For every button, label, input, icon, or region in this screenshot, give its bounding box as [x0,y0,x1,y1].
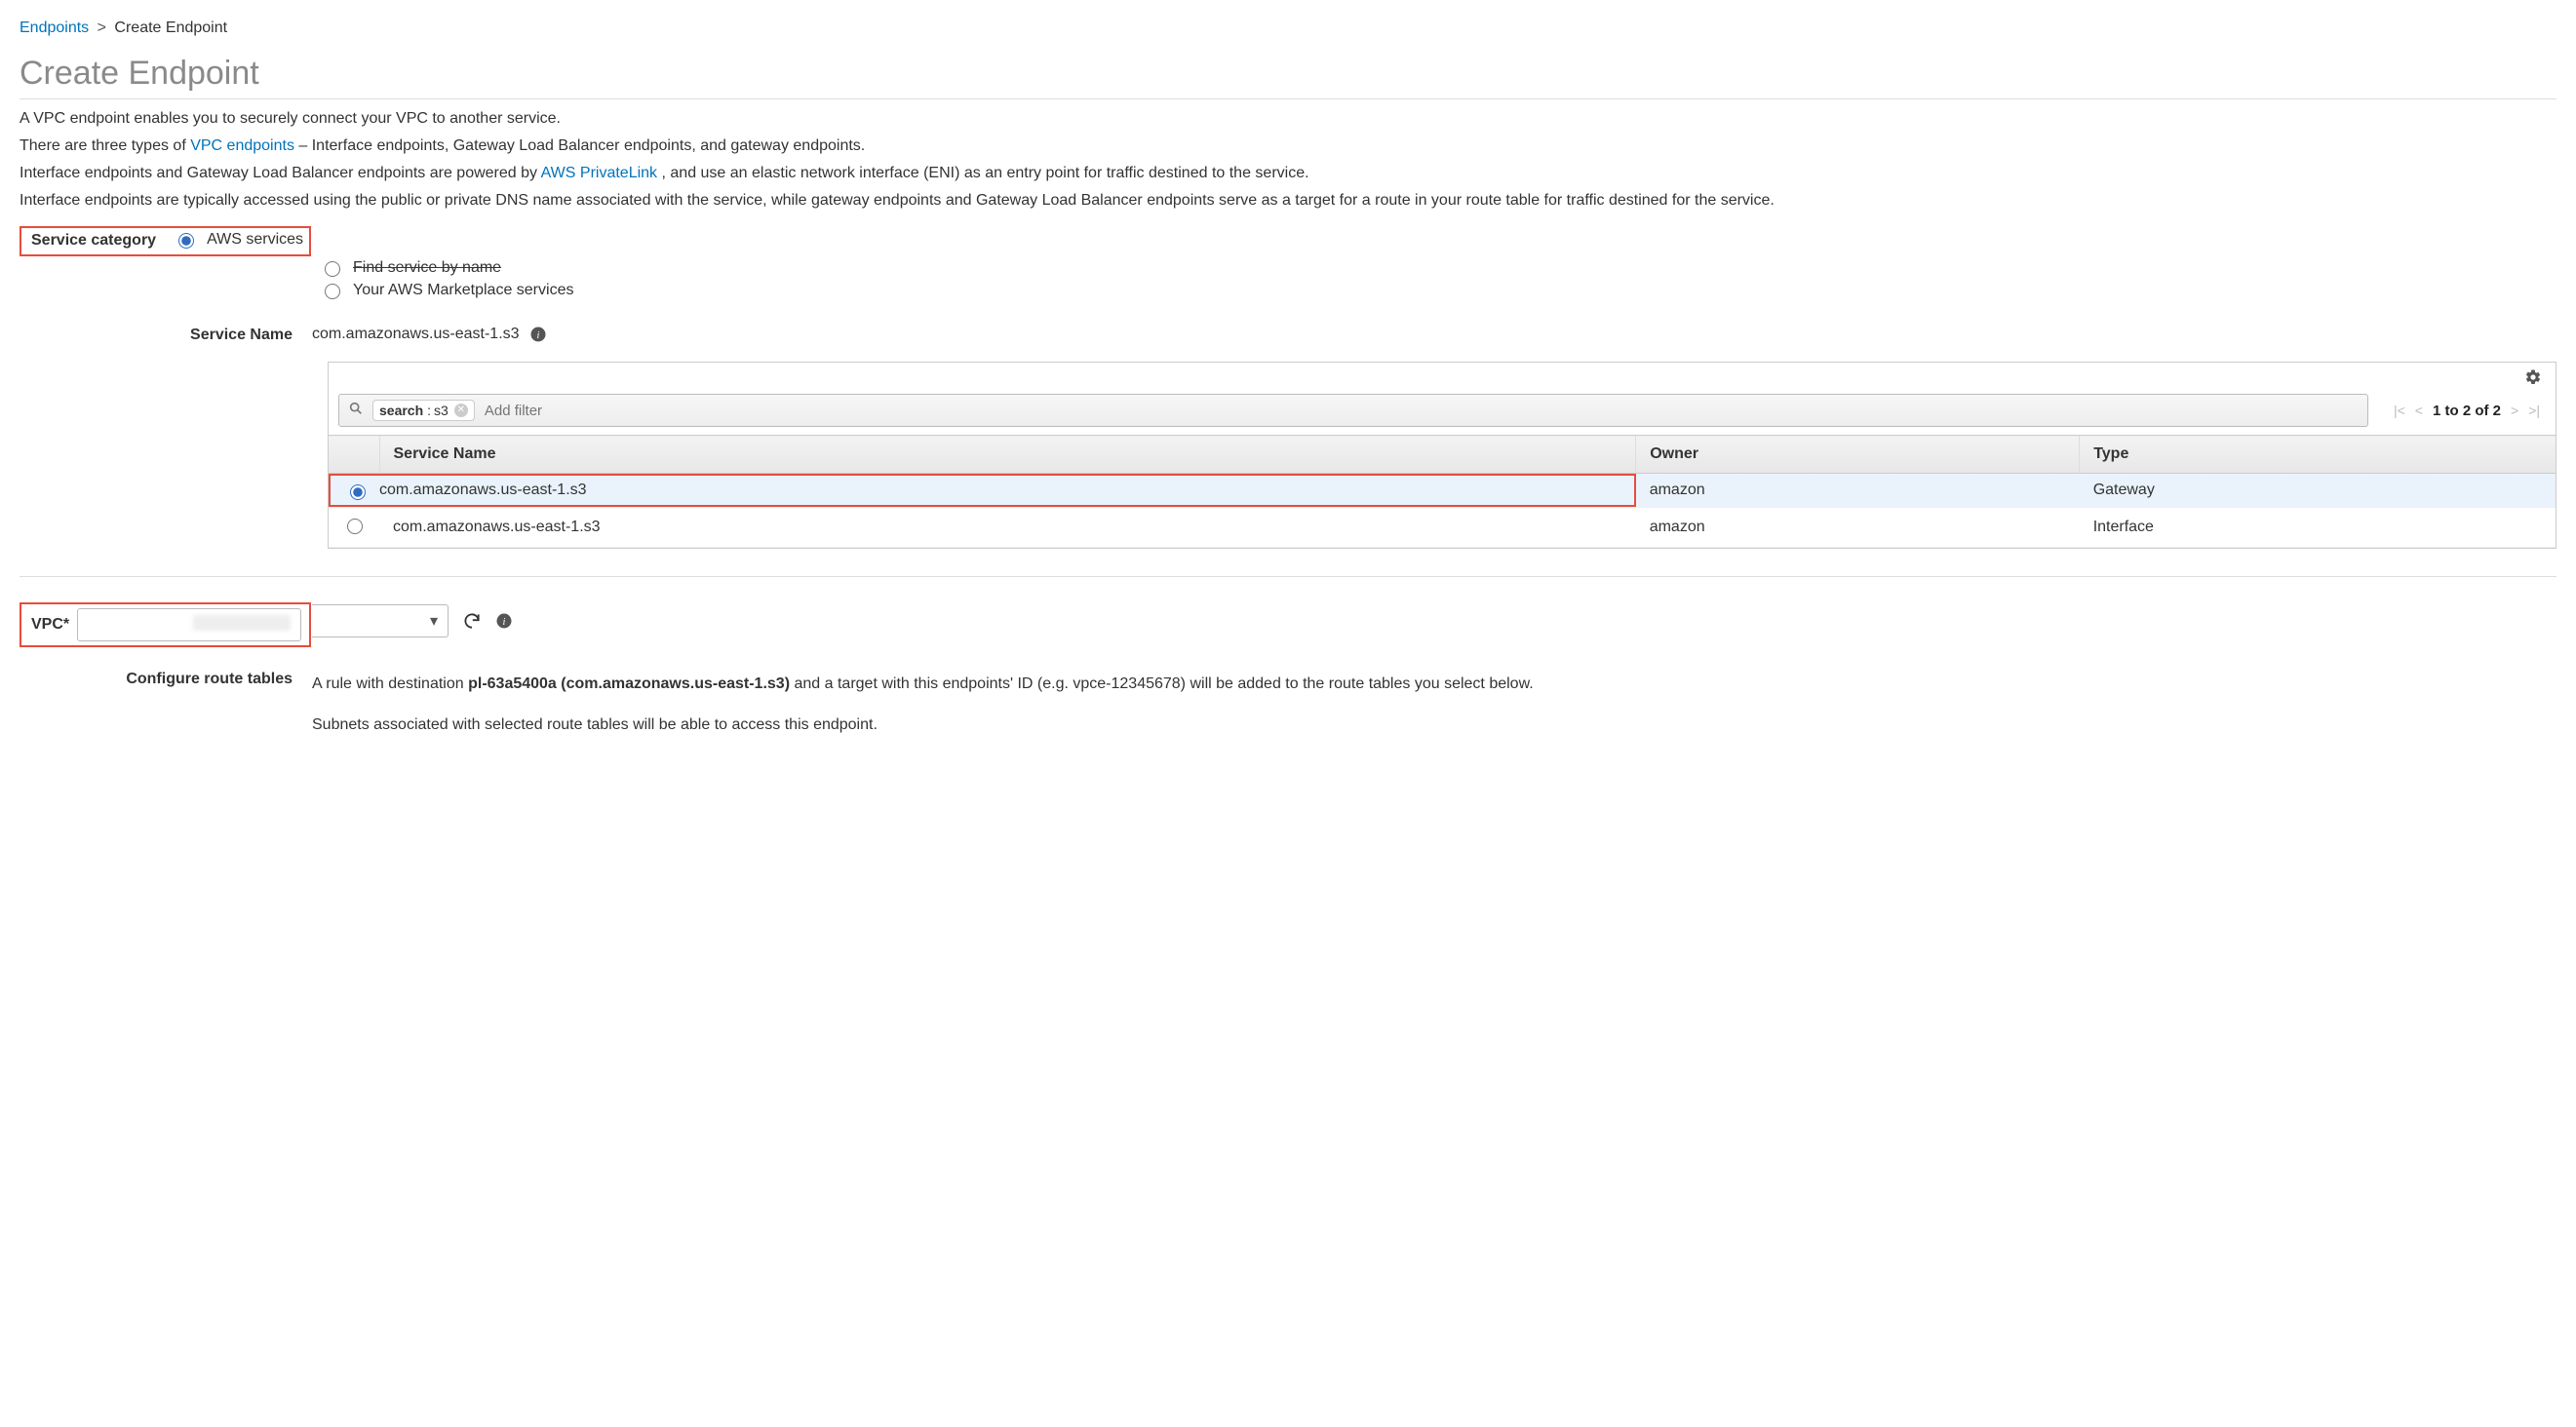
breadcrumb-parent-link[interactable]: Endpoints [20,19,89,36]
table-row[interactable]: com.amazonaws.us-east-1.s3 amazon Gatewa… [329,474,2556,508]
row-radio[interactable] [347,519,363,534]
route-tables-label: Configure route tables [20,669,312,741]
page-title: Create Endpoint [20,55,2556,99]
info-icon[interactable]: i [529,326,547,343]
route-desc-p2: Subnets associated with selected route t… [312,714,2556,737]
filter-chip-key: search [379,403,423,418]
row-service-name: com.amazonaws.us-east-1.s3 [379,508,1636,548]
vpc-label: VPC* [25,616,77,634]
filter-chip[interactable]: search : s3 ✕ [372,400,475,421]
route-p1-bold: pl-63a5400a (com.amazonaws.us-east-1.s3) [468,675,790,692]
route-p1-post: and a target with this endpoints' ID (e.… [794,675,1533,692]
pager-last-icon[interactable]: >| [2528,403,2540,418]
refresh-icon[interactable] [462,611,482,631]
intro-line3-post: , and use an elastic network interface (… [662,165,1309,181]
vpc-select[interactable]: ▾ [312,604,449,637]
route-p1-pre: A rule with destination [312,675,468,692]
vpc-endpoints-link[interactable]: VPC endpoints [190,137,294,154]
vpc-highlight: VPC* [20,602,311,647]
radio-aws-services-input[interactable] [178,233,194,249]
radio-find-by-name[interactable]: Find service by name [320,258,2556,277]
service-name-row: Service Name com.amazonaws.us-east-1.s3 … [20,325,2556,344]
filter-input[interactable] [483,395,2367,426]
breadcrumb: Endpoints > Create Endpoint [20,19,2556,37]
vpc-select-left[interactable] [77,608,301,641]
row-radio[interactable] [350,484,366,500]
radio-marketplace-input[interactable] [325,284,340,299]
intro-line3-pre: Interface endpoints and Gateway Load Bal… [20,165,541,181]
radio-find-by-name-label: Find service by name [353,259,501,277]
service-category-highlight: Service category AWS services [20,226,311,256]
privatelink-link[interactable]: AWS PrivateLink [541,165,657,181]
chevron-down-icon[interactable]: ▾ [420,611,448,631]
pager-first-icon[interactable]: |< [2394,403,2405,418]
intro-line2: There are three types of VPC endpoints –… [20,135,2556,158]
route-desc-p1: A rule with destination pl-63a5400a (com… [312,673,2556,696]
route-tables-row: Configure route tables A rule with desti… [20,669,2556,741]
breadcrumb-separator: > [98,19,106,36]
service-name-label: Service Name [20,325,312,344]
search-icon [339,401,372,421]
intro-line3: Interface endpoints and Gateway Load Bal… [20,162,2556,185]
vpc-row: VPC* ▾ i [20,576,2556,647]
pager-next-icon[interactable]: > [2511,403,2518,418]
filter-chip-colon: : [427,403,431,418]
pager: |< < 1 to 2 of 2 > >| [2378,403,2556,419]
col-owner[interactable]: Owner [1636,436,2080,474]
radio-aws-services-label: AWS services [207,231,303,249]
filter-bar[interactable]: search : s3 ✕ [338,394,2368,427]
col-service-name[interactable]: Service Name [379,436,1636,474]
intro-text: A VPC endpoint enables you to securely c… [20,107,2556,212]
col-type[interactable]: Type [2080,436,2556,474]
svg-text:i: i [536,330,539,341]
intro-line1: A VPC endpoint enables you to securely c… [20,107,2556,131]
intro-line2-pre: There are three types of [20,137,190,154]
radio-marketplace[interactable]: Your AWS Marketplace services [320,281,2556,299]
radio-find-by-name-input[interactable] [325,261,340,277]
filter-chip-remove-icon[interactable]: ✕ [454,404,468,417]
row-service-name: com.amazonaws.us-east-1.s3 [379,482,587,499]
table-row[interactable]: com.amazonaws.us-east-1.s3 amazon Interf… [329,508,2556,548]
vpc-value-redacted [193,615,291,631]
intro-line4: Interface endpoints are typically access… [20,189,2556,212]
service-name-value: com.amazonaws.us-east-1.s3 [312,326,520,343]
gear-icon[interactable] [2524,363,2556,386]
service-category-row: Service category AWS services [20,226,2556,256]
row-type: Gateway [2080,474,2556,508]
col-select [329,436,379,474]
pager-text: 1 to 2 of 2 [2433,403,2501,419]
info-icon[interactable]: i [495,612,513,630]
row-owner: amazon [1636,474,2080,508]
filter-chip-val: s3 [434,403,449,418]
service-category-label: Service category [21,230,174,250]
pager-prev-icon[interactable]: < [2415,403,2423,418]
breadcrumb-current: Create Endpoint [114,19,227,36]
radio-marketplace-label: Your AWS Marketplace services [353,282,573,299]
row-owner: amazon [1636,508,2080,548]
services-panel: search : s3 ✕ |< < 1 to 2 of 2 > >| Serv… [328,362,2556,549]
radio-aws-services[interactable]: AWS services [174,230,303,249]
svg-text:i: i [503,617,506,628]
row-type: Interface [2080,508,2556,548]
services-table: Service Name Owner Type com.amazonaws.us… [329,435,2556,548]
intro-line2-post: – Interface endpoints, Gateway Load Bala… [298,137,865,154]
